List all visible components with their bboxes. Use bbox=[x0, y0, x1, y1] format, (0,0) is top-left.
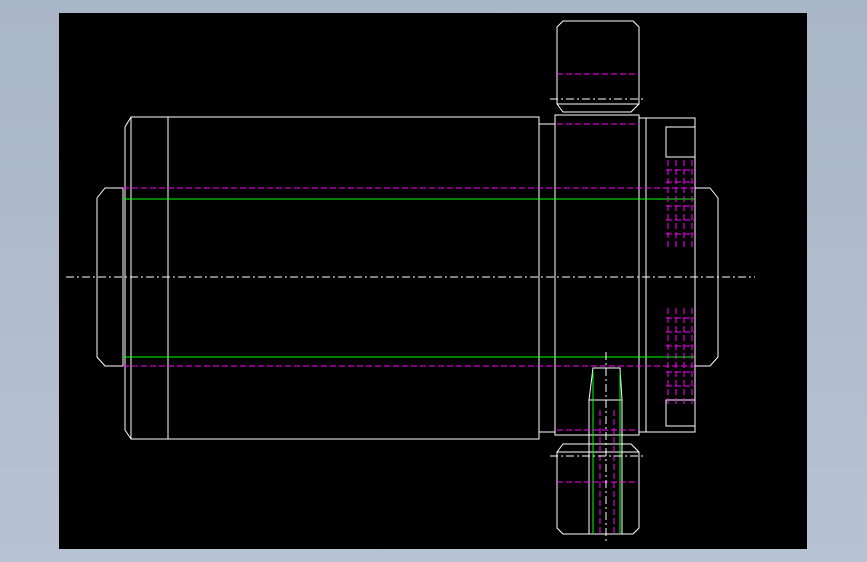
main-body bbox=[167, 116, 540, 440]
top-boss bbox=[556, 20, 640, 113]
right-cap-inner-bottom bbox=[665, 399, 696, 427]
nut-plate bbox=[554, 114, 640, 436]
hidden-line-layer bbox=[123, 73, 695, 534]
centerline-layer bbox=[66, 98, 755, 542]
right-flange bbox=[638, 117, 647, 433]
body-step bbox=[538, 123, 556, 433]
cad-viewport[interactable] bbox=[59, 13, 807, 549]
right-cap bbox=[645, 117, 696, 433]
right-cap-inner bbox=[665, 126, 696, 158]
bottom-boss bbox=[556, 443, 640, 535]
cad-drawing-canvas bbox=[66, 20, 755, 542]
